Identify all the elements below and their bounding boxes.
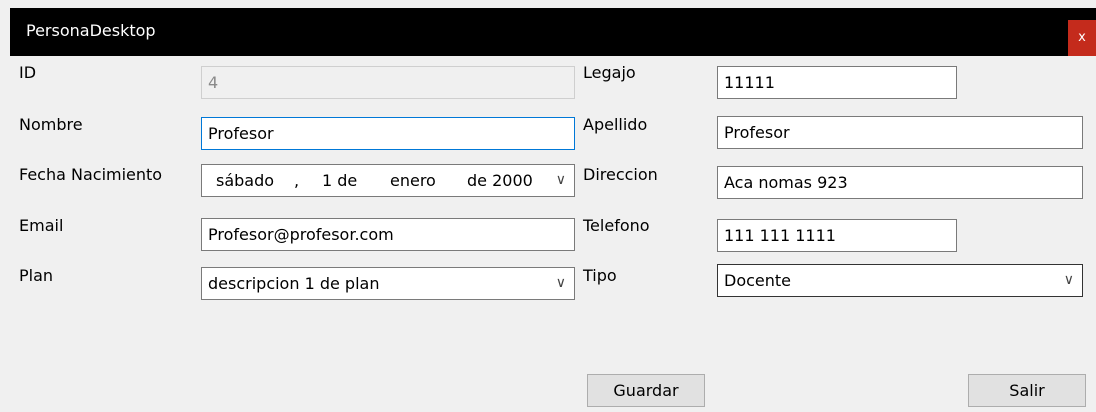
date-separator: , [294,171,300,190]
date-month: enero [390,171,436,190]
nombre-label: Nombre [19,115,83,134]
chevron-down-icon: ∨ [1063,272,1074,288]
date-year: de 2000 [467,171,533,190]
plan-dropdown[interactable]: descripcion 1 de plan ∨ [201,267,575,300]
close-button[interactable]: x [1068,20,1096,56]
fecha-nacimiento-label: Fecha Nacimiento [19,165,163,184]
tipo-label: Tipo [583,266,617,285]
id-label: ID [19,63,37,82]
date-day: 1 de [322,171,358,190]
apellido-label: Apellido [583,115,648,134]
telefono-field[interactable]: 111 111 1111 [717,219,957,252]
tipo-dropdown[interactable]: Docente ∨ [717,264,1083,297]
email-field[interactable]: Profesor@profesor.com [201,218,575,251]
chevron-down-icon: ∨ [555,275,566,291]
guardar-button[interactable]: Guardar [587,374,705,407]
email-label: Email [19,216,64,235]
plan-label: Plan [19,266,54,285]
legajo-field[interactable]: 11111 [717,66,957,99]
legajo-label: Legajo [583,63,636,82]
telefono-label: Telefono [583,216,650,235]
direccion-field[interactable]: Aca nomas 923 [717,166,1083,199]
tipo-selected-value: Docente [724,271,792,290]
chevron-down-icon: ∨ [555,172,566,188]
direccion-label: Direccion [583,165,658,184]
fecha-nacimiento-picker[interactable]: sábado , 1 de enero de 2000 ∨ [201,164,575,197]
title-bar: PersonaDesktop x [10,8,1096,56]
nombre-field[interactable]: Profesor [201,117,575,150]
apellido-field[interactable]: Profesor [717,116,1083,149]
plan-selected-value: descripcion 1 de plan [208,274,380,293]
window-title: PersonaDesktop [26,21,156,40]
date-weekday: sábado [216,171,275,190]
salir-button[interactable]: Salir [968,374,1086,407]
persona-form: ID Nombre Fecha Nacimiento Email Plan 4 … [10,56,1096,412]
id-field: 4 [201,66,575,99]
